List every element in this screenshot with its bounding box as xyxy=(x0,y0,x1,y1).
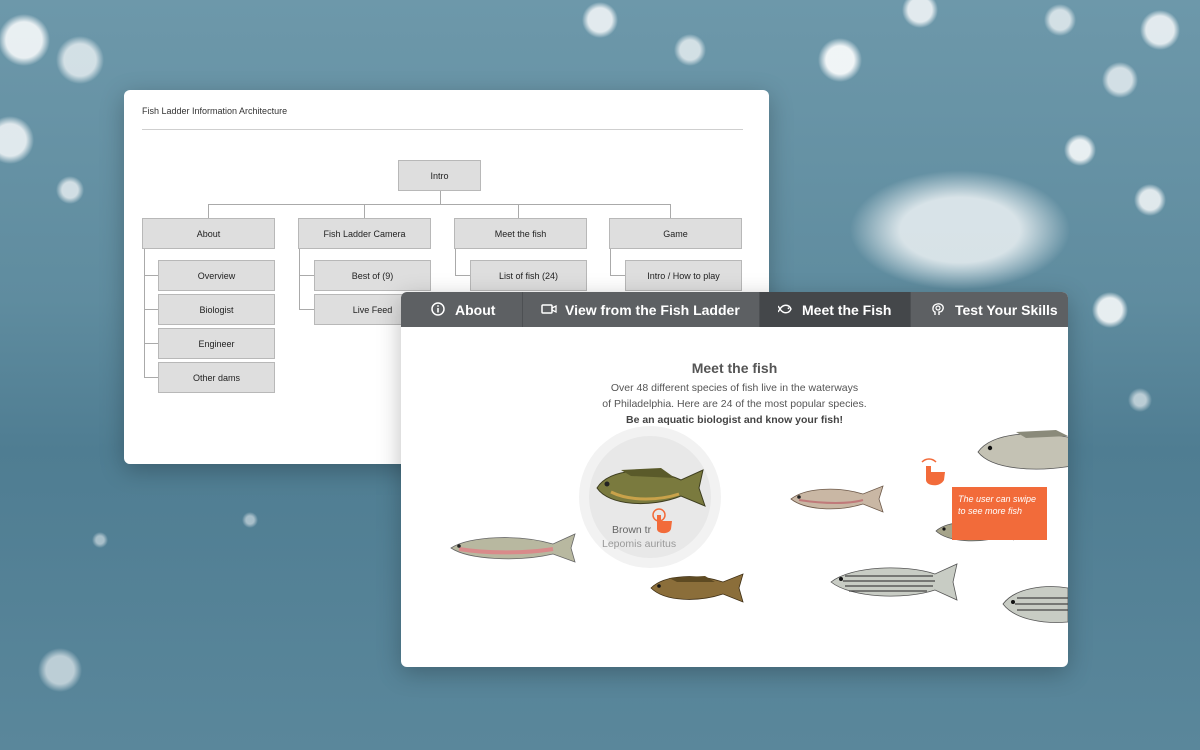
connector xyxy=(299,309,314,310)
ia-node-list-of-fish: List of fish (24) xyxy=(470,260,587,291)
tab-label: View from the Fish Ladder xyxy=(565,301,740,318)
connector xyxy=(610,275,625,276)
tab-label: About xyxy=(455,301,496,318)
description-line-1: Over 48 different species of fish live i… xyxy=(610,382,859,394)
ia-node-meet: Meet the fish xyxy=(454,218,587,249)
page-title: Meet the fish xyxy=(691,360,778,376)
description-tagline: Be an aquatic biologist and know your fi… xyxy=(625,414,844,426)
ia-node-engineer: Engineer xyxy=(158,328,275,359)
video-camera-icon xyxy=(541,302,557,318)
connector xyxy=(670,204,671,218)
connector xyxy=(440,190,441,204)
fish-striped-bass-illustration[interactable] xyxy=(829,560,959,602)
fish-rainbow-trout-illustration[interactable] xyxy=(449,528,577,568)
divider xyxy=(142,129,743,130)
connector xyxy=(364,204,365,218)
ia-node-about: About xyxy=(142,218,275,249)
ia-node-biologist: Biologist xyxy=(158,294,275,325)
tab-view-fish-ladder[interactable]: View from the Fish Ladder xyxy=(523,292,760,327)
fish-striped-bass-2-illustration[interactable] xyxy=(1001,578,1068,630)
connector xyxy=(144,377,158,378)
hand-pointer-icon xyxy=(652,508,672,534)
connector xyxy=(144,343,158,344)
connector xyxy=(299,249,300,310)
connector xyxy=(144,249,145,378)
connector xyxy=(455,275,470,276)
tab-about[interactable]: About xyxy=(401,292,523,327)
tab-label: Test Your Skills xyxy=(955,301,1058,318)
connector xyxy=(610,249,611,276)
ia-node-game: Game xyxy=(609,218,742,249)
fish-icon xyxy=(777,302,794,318)
brain-icon xyxy=(931,302,947,318)
fish-fallfish-illustration[interactable] xyxy=(789,482,885,516)
swipe-hint-callout: The user can swipe to see more fish xyxy=(952,487,1047,540)
selected-fish-latin-name: Lepomis auritus xyxy=(602,538,677,550)
connector xyxy=(208,204,671,205)
connector xyxy=(144,309,158,310)
connector xyxy=(299,275,314,276)
ia-node-other-dams: Other dams xyxy=(158,362,275,393)
tab-meet-the-fish[interactable]: Meet the Fish xyxy=(760,292,911,327)
meet-the-fish-screen: About View from the Fish Ladder Meet the… xyxy=(401,292,1068,667)
fish-smallmouth-bass-illustration[interactable] xyxy=(649,570,745,606)
fish-white-perch-illustration[interactable] xyxy=(976,426,1068,474)
info-icon xyxy=(431,301,447,318)
connector xyxy=(144,275,158,276)
ia-node-best-of: Best of (9) xyxy=(314,260,431,291)
description-line-2: of Philadelphia. Here are 24 of the most… xyxy=(602,398,867,410)
selected-fish-common-name: Brown tr xyxy=(612,524,652,536)
ia-node-overview: Overview xyxy=(158,260,275,291)
connector xyxy=(455,249,456,276)
connector xyxy=(518,204,519,218)
ia-title: Fish Ladder Information Architecture xyxy=(142,106,288,116)
ia-node-how-to-play: Intro / How to play xyxy=(625,260,742,291)
swipe-hand-icon xyxy=(921,458,945,486)
nav-tabbar: About View from the Fish Ladder Meet the… xyxy=(401,292,1068,327)
tab-test-your-skills[interactable]: Test Your Skills xyxy=(911,292,1068,327)
tab-label: Meet the Fish xyxy=(802,301,892,318)
ia-node-intro: Intro xyxy=(398,160,481,191)
connector xyxy=(208,204,209,218)
fish-sunfish-illustration[interactable] xyxy=(591,462,709,510)
ia-node-camera: Fish Ladder Camera xyxy=(298,218,431,249)
